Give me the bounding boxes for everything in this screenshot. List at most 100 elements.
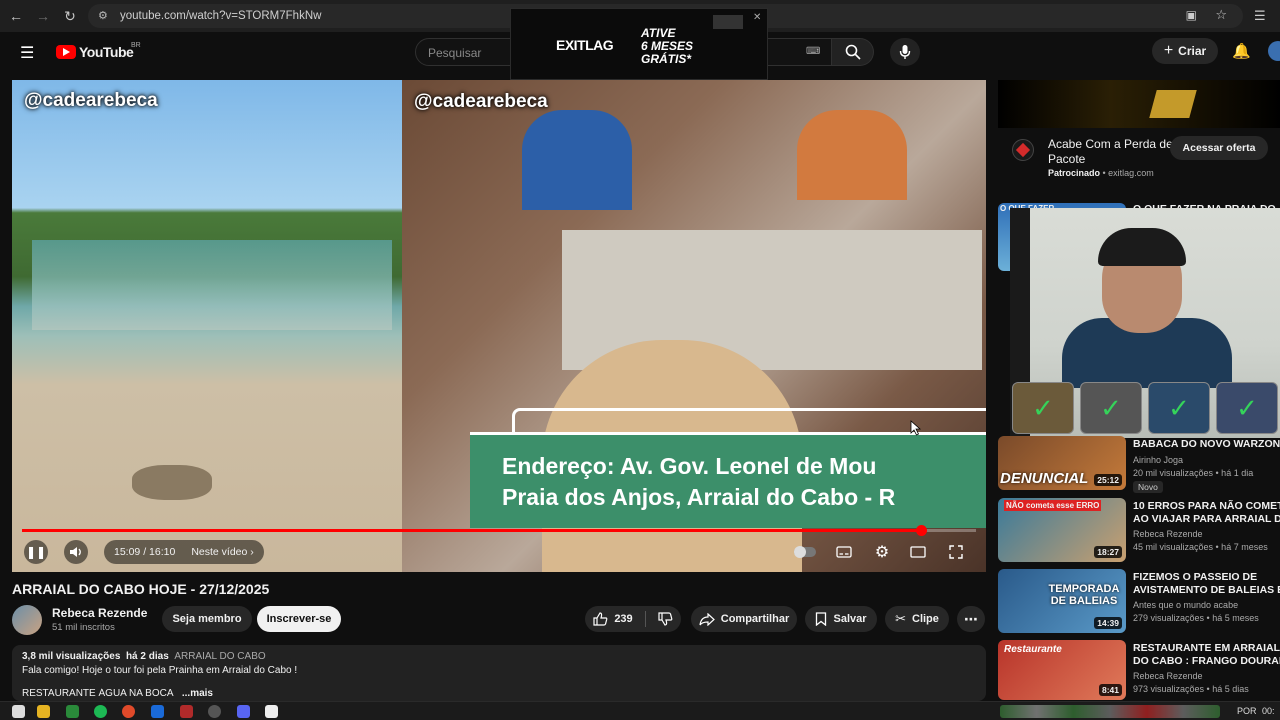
spotify-icon[interactable] [94, 705, 107, 718]
url-text: youtube.com/watch?v=STORM7FhkNw [120, 10, 322, 22]
like-button[interactable]: 239 [593, 612, 633, 626]
app-icon[interactable] [151, 705, 164, 718]
app-icon[interactable] [208, 705, 221, 718]
settings-gear-icon[interactable]: ⚙ [870, 540, 894, 564]
theater-mode-button[interactable] [906, 540, 930, 564]
video-duration: 14:39 [1094, 617, 1122, 629]
autoplay-toggle[interactable] [792, 542, 818, 562]
recommendation-channel: Airinho Joga [1133, 455, 1184, 465]
share-button[interactable]: Compartilhar [691, 606, 797, 632]
start-menu-icon[interactable] [12, 705, 25, 718]
view-count: 3,8 mil visualizações [22, 651, 121, 662]
recommendation-item[interactable]: NÃO cometa esse ERRO 18:27 10 ERROS PARA… [998, 498, 1280, 562]
sidebar-ad-card[interactable]: Acabe Com a Perda de Pacote Patrocinado … [998, 80, 1280, 190]
cast-icon[interactable]: ▣ [1186, 8, 1197, 22]
overlay-ad-banner[interactable]: EXITLAG ATIVE 6 MESES GRÁTIS* ✕ [510, 8, 768, 80]
thumbnail-text: Restaurante [1004, 644, 1062, 655]
save-label: Salvar [833, 613, 867, 625]
video-player[interactable]: @cadearebeca @cadearebeca Endereço: Av. … [12, 80, 986, 572]
youtube-logo-icon[interactable] [56, 45, 76, 59]
browser-menu-icon[interactable]: ☰ [1254, 8, 1266, 24]
recommendation-stats: 279 visualizações • há 5 meses [1133, 613, 1259, 623]
upload-age: há 2 dias [125, 651, 169, 662]
description-box[interactable]: 3,8 mil visualizações há 2 dias ARRAIAL … [12, 645, 986, 701]
subscribe-button[interactable]: Inscrever-se [257, 606, 341, 632]
recommendation-item[interactable]: Restaurante 8:41 RESTAURANTE EM ARRAIAL … [998, 640, 1280, 700]
thumbs-down-icon[interactable] [658, 612, 673, 626]
ad-close-icon[interactable]: ✕ [753, 12, 761, 23]
thumbnail-text: TEMPORADA DE BALEIAS [1048, 583, 1120, 607]
taskbar-clock[interactable]: 00: [1262, 706, 1275, 716]
create-label: Criar [1178, 44, 1207, 58]
checkmark-tile-2: ✓ [1080, 382, 1142, 434]
thumbnail-text: DENUNCIAL [1000, 470, 1089, 487]
checkmark-tile-1: ✓ [1012, 382, 1074, 434]
ellipsis-icon: ⋯ [964, 610, 978, 627]
description-line-2-text: RESTAURANTE ÁGUA NA BOCA [22, 688, 174, 697]
reload-icon[interactable]: ↻ [59, 5, 81, 27]
exitlag-logo-icon [1012, 139, 1034, 161]
like-divider [644, 611, 646, 627]
notifications-bell-icon[interactable]: 🔔 [1232, 42, 1251, 60]
back-icon[interactable]: ← [5, 5, 27, 27]
time-display: 15:09 / 16:10 Neste vídeo › [104, 540, 264, 564]
file-explorer-icon[interactable] [37, 705, 50, 718]
keyboard-icon[interactable]: ⌨ [806, 46, 820, 57]
ad-title: Acabe Com a Perda de Pacote [1048, 137, 1173, 166]
checkmark-icon: ✓ [1100, 392, 1122, 423]
system-tray-icons[interactable] [1000, 705, 1220, 718]
app-icon[interactable] [265, 705, 278, 718]
clip-button[interactable]: ✂ Clipe [885, 606, 949, 632]
more-actions-button[interactable]: ⋯ [957, 606, 985, 632]
forward-icon[interactable]: → [32, 5, 54, 27]
hashtag-location[interactable]: ARRAIAL DO CABO [174, 651, 265, 662]
pause-button[interactable]: ❚❚ [24, 540, 48, 564]
chapter-button[interactable]: Neste vídeo › [191, 546, 253, 558]
youtube-logo-text[interactable]: YouTube [79, 44, 134, 60]
search-button[interactable] [832, 38, 874, 66]
share-label: Compartilhar [720, 613, 790, 625]
bookmark-star-icon[interactable]: ☆ [1215, 7, 1227, 23]
chapter-label: Neste vídeo [191, 546, 248, 558]
facecam-cap [1098, 228, 1186, 266]
recommendation-item[interactable]: TEMPORADA DE BALEIAS 14:39 FIZEMOS O PAS… [998, 569, 1280, 633]
hamburger-menu-icon[interactable]: ☰ [20, 43, 34, 63]
fullscreen-button[interactable] [944, 540, 968, 564]
channel-subscribers: 51 mil inscritos [52, 622, 115, 633]
recommendation-title: FIZEMOS O PASSEIO DE [1133, 571, 1258, 583]
video-duration: 18:27 [1094, 546, 1122, 558]
progress-scrubber[interactable] [915, 525, 927, 536]
search-icon [845, 44, 861, 60]
watermark-right: @cadearebeca [414, 91, 548, 112]
time-label: 15:09 / 16:10 [114, 546, 176, 558]
show-more-link[interactable]: ...mais [182, 688, 213, 697]
theater-mode-icon [910, 546, 926, 558]
checkmark-tile-3: ✓ [1148, 382, 1210, 434]
channel-avatar[interactable] [12, 605, 42, 635]
fullscreen-icon [949, 545, 963, 559]
save-button[interactable]: Salvar [805, 606, 877, 632]
chrome-icon[interactable] [122, 705, 135, 718]
progress-bar[interactable] [22, 525, 976, 536]
ad-cta-button[interactable]: Acessar oferta [1170, 136, 1268, 160]
recommendation-title-line-2: AVISTAMENTO DE BALEIAS E... [1133, 584, 1280, 596]
recommendation-title-line-2: DO CABO : FRANGO DOURADO [1133, 655, 1280, 667]
volume-button[interactable] [64, 540, 88, 564]
streamer-facecam: ✓ ✓ ✓ ✓ [1010, 208, 1280, 438]
site-info-icon[interactable]: ⚙ [98, 9, 108, 22]
thumbs-up-icon [593, 612, 608, 626]
exitlag-logo-text: EXITLAG [556, 37, 614, 53]
recommendation-item[interactable]: DENUNCIAL 25:12 BABACA DO NOVO WARZONE A… [998, 436, 1280, 493]
recommendation-thumbnail: DENUNCIAL 25:12 [998, 436, 1126, 490]
channel-name[interactable]: Rebeca Rezende [52, 606, 147, 620]
voice-search-button[interactable] [890, 38, 920, 66]
create-button[interactable]: + Criar [1152, 38, 1218, 64]
description-meta: 3,8 mil visualizações há 2 dias ARRAIAL … [22, 651, 266, 662]
app-icon[interactable] [180, 705, 193, 718]
discord-icon[interactable] [237, 705, 250, 718]
join-button[interactable]: Seja membro [162, 606, 252, 632]
app-icon[interactable] [66, 705, 79, 718]
beach-video-frame [12, 80, 402, 572]
keyboard-language[interactable]: POR [1237, 706, 1257, 716]
subtitles-button[interactable] [832, 540, 856, 564]
